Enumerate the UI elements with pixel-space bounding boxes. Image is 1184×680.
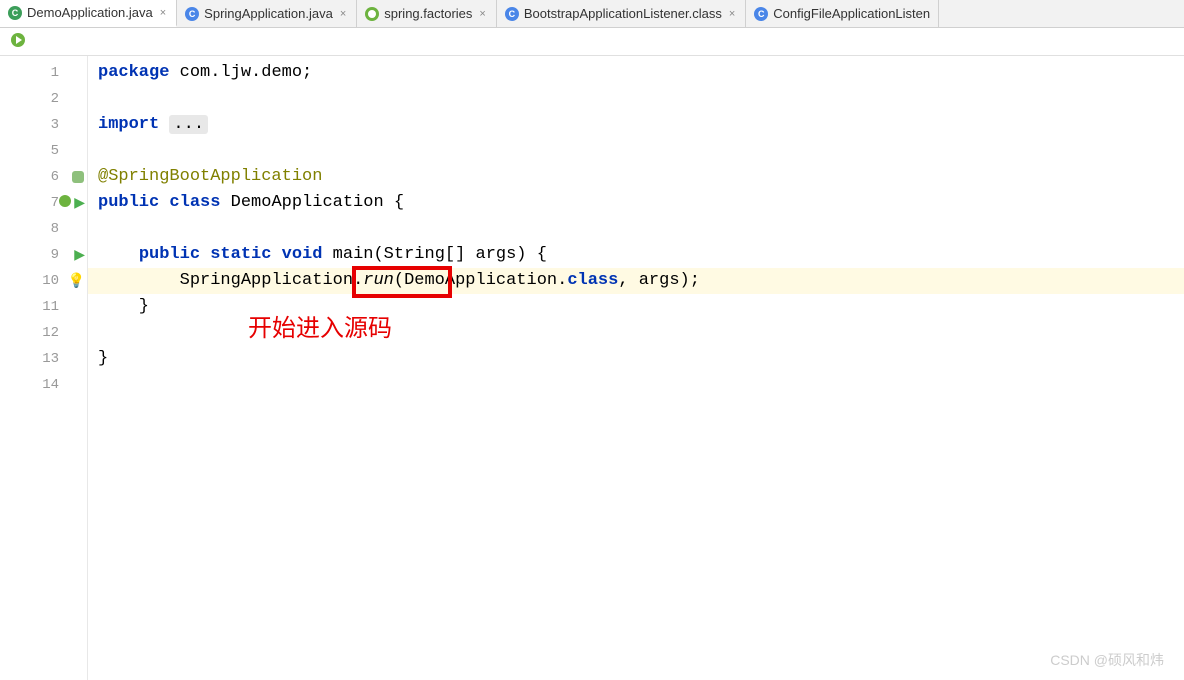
tab-label: SpringApplication.java [204,6,333,21]
line-number: 12 [42,325,59,341]
line-number: 11 [42,299,59,315]
editor-tabs: C DemoApplication.java × C SpringApplica… [0,0,1184,28]
line-number: 13 [42,351,59,367]
line-number: 6 [51,169,59,185]
annotation-label: 开始进入源码 [248,316,392,342]
keyword: public [139,245,210,264]
breadcrumb-bar [0,28,1184,56]
keyword: import [98,115,169,134]
java-class-icon: C [8,6,22,20]
tab-label: DemoApplication.java [27,5,153,20]
line-number: 2 [51,91,59,107]
keyword: class [567,271,618,290]
method-call: run [363,271,394,290]
line-number: 14 [42,377,59,393]
keyword: void [282,245,333,264]
tab-spring-factories[interactable]: spring.factories × [357,0,497,27]
code-text: com.ljw.demo; [169,63,312,82]
annotation: @SpringBootApplication [98,167,322,186]
code-fold[interactable]: ... [169,115,208,134]
close-icon[interactable]: × [338,8,348,20]
close-icon[interactable]: × [477,8,487,20]
tab-label: BootstrapApplicationListener.class [524,6,722,21]
tab-config-file-listener[interactable]: C ConfigFileApplicationListen [746,0,939,27]
java-class-icon: C [185,7,199,21]
code-editor[interactable]: 1 2 3 5 6 7 ▶ 8 9 ▶ 10 💡 11 12 13 14 pac… [0,56,1184,680]
run-config-icon[interactable] [10,32,26,51]
code-text: } [98,346,1184,372]
tab-label: spring.factories [384,6,472,21]
spring-icon [365,7,379,21]
code-text: SpringApplication [180,271,353,290]
code-text: . [353,271,363,290]
java-class-icon: C [754,7,768,21]
run-gutter-icon[interactable]: ▶ [74,247,85,264]
code-text: (Demo [394,271,445,290]
tab-bootstrap-listener[interactable]: C BootstrapApplicationListener.class × [497,0,746,27]
code-area[interactable]: package com.ljw.demo; import ... @Spring… [88,56,1184,680]
keyword: class [169,193,230,212]
close-icon[interactable]: × [727,8,737,20]
intention-bulb-icon[interactable]: 💡 [68,273,85,290]
java-class-icon: C [505,7,519,21]
run-gutter-icon[interactable]: ▶ [74,195,85,212]
line-number: 8 [51,221,59,237]
code-text: main(String[] args) { [333,245,547,264]
line-number: 3 [51,117,59,133]
spring-gutter-icon[interactable] [71,170,85,184]
tab-spring-application[interactable]: C SpringApplication.java × [177,0,357,27]
tab-label: ConfigFileApplicationListen [773,6,930,21]
spring-bean-icon[interactable] [58,194,72,213]
close-icon[interactable]: × [158,7,168,19]
watermark: CSDN @硕风和炜 [1050,650,1164,670]
code-text: DemoApplication { [231,193,404,212]
line-number: 5 [51,143,59,159]
keyword: public [98,193,169,212]
line-number: 10 [42,273,59,289]
code-text: , args); [618,271,700,290]
keyword: package [98,63,169,82]
keyword: static [210,245,281,264]
tab-demo-application[interactable]: C DemoApplication.java × [0,0,177,27]
code-text: Application. [445,271,567,290]
line-number: 9 [51,247,59,263]
line-number: 1 [51,65,59,81]
gutter: 1 2 3 5 6 7 ▶ 8 9 ▶ 10 💡 11 12 13 14 [0,56,88,680]
